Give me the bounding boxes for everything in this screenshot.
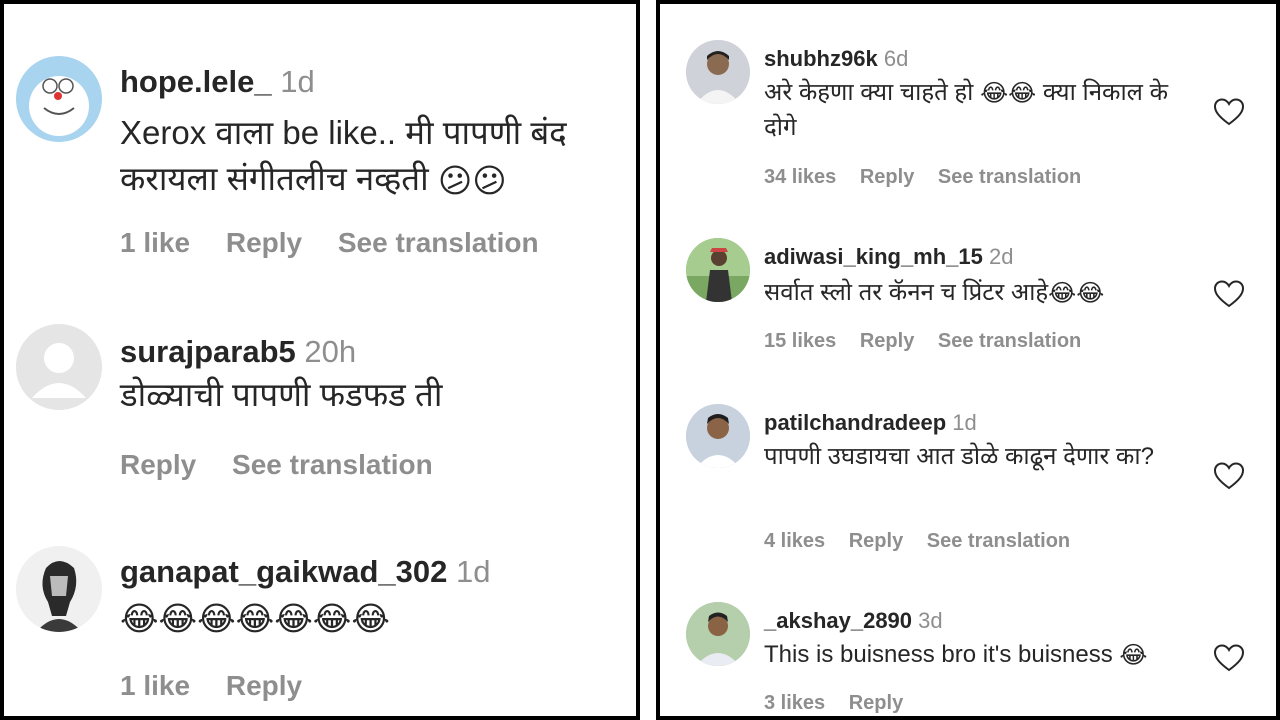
comment-item: surajparab5 20h डोळ्याची पापणी फडफड ती R… xyxy=(4,304,636,504)
comment-username[interactable]: surajparab5 xyxy=(120,334,296,369)
comment-actions: 1 like Reply See translation xyxy=(120,227,567,259)
reply-button[interactable]: Reply xyxy=(849,692,903,715)
comment-item: shubhz96k 6d अरे केहणा क्या चाहते हो 😂😂 … xyxy=(660,4,1276,204)
laughing-emoji-icon: 😂 xyxy=(1119,641,1148,669)
comment-item: patilchandradeep 1d पापणी उघडायचा आत डोळ… xyxy=(660,390,1276,580)
laughing-emoji-icon: 😂😂 xyxy=(1048,279,1105,307)
comment-time: 20h xyxy=(304,334,357,369)
comment-text-wrap: This is buisness bro it's buisness 😂 xyxy=(764,638,1184,673)
comment-username[interactable]: adiwasi_king_mh_15 xyxy=(764,244,983,269)
comment-actions: Reply See translation xyxy=(120,449,461,481)
comment-time: 1d xyxy=(280,64,315,99)
left-comments-panel: hope.lele_ 1d Xerox वाला be like.. मी पा… xyxy=(0,0,640,720)
comment-text-wrap: Xerox वाला be like.. मी पापणी बंद करायला… xyxy=(120,110,630,204)
confused-face-emoji-icon: 😕😕 xyxy=(437,162,507,200)
comment-username[interactable]: hope.lele_ xyxy=(120,64,272,99)
reply-button[interactable]: Reply xyxy=(226,670,302,702)
avatar[interactable] xyxy=(686,238,750,302)
comment-text: This is buisness bro it's buisness xyxy=(764,641,1113,668)
laughing-emoji-icon: 😂😂 xyxy=(980,79,1037,107)
comment-item: ganapat_gaikwad_302 1d 😂😂😂😂😂😂😂 1 like Re… xyxy=(4,534,636,716)
comment-actions: 3 likes Reply xyxy=(764,692,921,715)
heart-icon[interactable] xyxy=(1213,462,1245,490)
likes-count[interactable]: 1 like xyxy=(120,670,190,702)
comment-item: adiwasi_king_mh_15 2d सर्वात स्लो तर कॅन… xyxy=(660,224,1276,374)
reply-button[interactable]: Reply xyxy=(849,530,903,553)
see-translation-button[interactable]: See translation xyxy=(338,227,539,259)
comment-time: 3d xyxy=(918,608,943,633)
comment-actions: 1 like Reply xyxy=(120,670,330,702)
likes-count[interactable]: 15 likes xyxy=(764,330,836,353)
reply-button[interactable]: Reply xyxy=(860,166,914,189)
heart-icon[interactable] xyxy=(1213,280,1245,308)
comment-actions: 4 likes Reply See translation xyxy=(764,530,1088,553)
see-translation-button[interactable]: See translation xyxy=(232,449,433,481)
comment-text: डोळ्याची पापणी फडफड ती xyxy=(120,376,443,413)
avatar[interactable] xyxy=(686,40,750,104)
likes-count[interactable]: 3 likes xyxy=(764,692,825,715)
reply-button[interactable]: Reply xyxy=(860,330,914,353)
reply-button[interactable]: Reply xyxy=(120,449,196,481)
comment-item: _akshay_2890 3d This is buisness bro it'… xyxy=(660,590,1276,716)
avatar[interactable] xyxy=(686,602,750,666)
comment-text: अरे केहणा क्या चाहते हो xyxy=(764,79,974,106)
comment-username[interactable]: _akshay_2890 xyxy=(764,608,912,633)
comment-time: 2d xyxy=(989,244,1014,269)
comment-username[interactable]: ganapat_gaikwad_302 xyxy=(120,554,447,589)
avatar[interactable] xyxy=(16,324,102,410)
avatar[interactable] xyxy=(686,404,750,468)
comment-actions: 15 likes Reply See translation xyxy=(764,330,1099,353)
comment-text-wrap: अरे केहणा क्या चाहते हो 😂😂 क्या निकाल के… xyxy=(764,76,1184,145)
comment-time: 1d xyxy=(456,554,491,589)
avatar[interactable] xyxy=(16,56,102,142)
see-translation-button[interactable]: See translation xyxy=(927,530,1070,553)
comment-username[interactable]: shubhz96k xyxy=(764,46,878,71)
avatar[interactable] xyxy=(16,546,102,632)
comment-username[interactable]: patilchandradeep xyxy=(764,410,946,435)
see-translation-button[interactable]: See translation xyxy=(938,330,1081,353)
heart-icon[interactable] xyxy=(1213,98,1245,126)
comment-item: hope.lele_ 1d Xerox वाला be like.. मी पा… xyxy=(4,4,636,294)
see-translation-button[interactable]: See translation xyxy=(938,166,1081,189)
comment-text: पापणी उघडायचा आत डोळे काढून देणार का? xyxy=(764,443,1154,470)
laughing-emoji-icon: 😂😂😂😂😂😂😂 xyxy=(120,600,390,637)
heart-icon[interactable] xyxy=(1213,644,1245,672)
likes-count[interactable]: 1 like xyxy=(120,227,190,259)
likes-count[interactable]: 34 likes xyxy=(764,166,836,189)
likes-count[interactable]: 4 likes xyxy=(764,530,825,553)
right-comments-panel: shubhz96k 6d अरे केहणा क्या चाहते हो 😂😂 … xyxy=(656,0,1280,720)
comment-text-wrap: सर्वात स्लो तर कॅनन च प्रिंटर आहे😂😂 xyxy=(764,276,1184,311)
reply-button[interactable]: Reply xyxy=(226,227,302,259)
comment-actions: 34 likes Reply See translation xyxy=(764,166,1099,189)
comment-text: सर्वात स्लो तर कॅनन च प्रिंटर आहे xyxy=(764,279,1049,306)
comment-time: 1d xyxy=(952,410,977,435)
comment-time: 6d xyxy=(883,46,909,71)
